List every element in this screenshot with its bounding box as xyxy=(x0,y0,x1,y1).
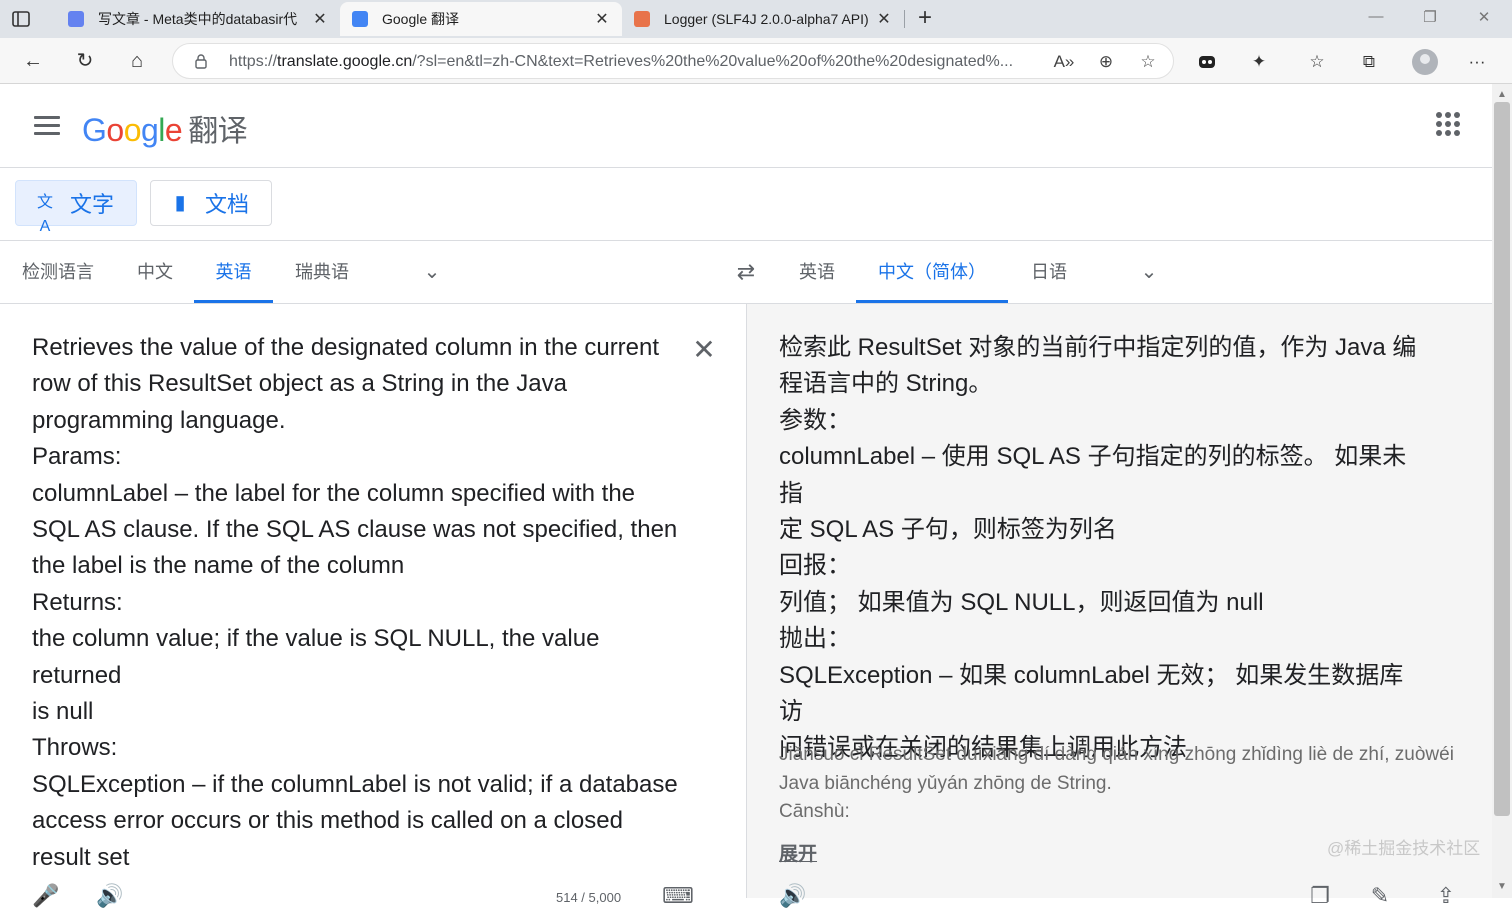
menu-icon[interactable] xyxy=(34,116,60,136)
add-favorite-icon[interactable]: ☆ xyxy=(1137,51,1159,73)
mic-icon[interactable]: 🎤 xyxy=(32,884,59,908)
profile-avatar[interactable] xyxy=(1412,49,1438,75)
tab-juejin[interactable]: 写文章 - Meta类中的databasir代 ✕ xyxy=(56,2,340,36)
page-header: Google 翻译 xyxy=(0,84,1492,168)
source-panel: Retrieves the value of the designated co… xyxy=(0,304,746,908)
google-apps-icon[interactable] xyxy=(1436,112,1460,136)
keyboard-icon[interactable]: ⌨ xyxy=(662,884,694,908)
back-button[interactable]: ← xyxy=(20,48,46,74)
share-icon[interactable]: ⇪ xyxy=(1433,884,1459,908)
listen-source-icon[interactable]: 🔊 xyxy=(96,884,123,908)
rate-translation-icon[interactable]: ✎ xyxy=(1367,884,1393,908)
read-aloud-icon[interactable]: A» xyxy=(1053,51,1075,73)
restore-button[interactable]: ❐ xyxy=(1418,8,1442,30)
tab-close-icon[interactable]: ✕ xyxy=(312,9,328,29)
text-mode-button[interactable]: 文A 文字 xyxy=(15,180,137,235)
target-lang-japanese[interactable]: 日语 xyxy=(1018,241,1080,303)
source-textarea[interactable]: Retrieves the value of the designated co… xyxy=(32,330,682,876)
tab-title: Logger (SLF4J 2.0.0-alpha7 API) xyxy=(664,11,869,27)
target-panel: 检索此 ResultSet 对象的当前行中指定列的值，作为 Java 编 程语言… xyxy=(746,304,1492,908)
scroll-down-arrow-icon[interactable]: ▼ xyxy=(1494,880,1510,894)
transliteration: Jiǎnsuǒ cǐ ResultSet duìxiàng dí dàng qi… xyxy=(779,744,1454,823)
listen-translation-icon[interactable]: 🔊 xyxy=(779,884,806,908)
tab-actions-icon[interactable] xyxy=(10,8,32,30)
source-lang-english[interactable]: 英语 xyxy=(194,241,273,303)
minimize-button[interactable]: — xyxy=(1364,8,1388,30)
google-translate-favicon-icon xyxy=(352,11,368,27)
swap-languages-icon[interactable]: ⇄ xyxy=(732,259,760,285)
google-translate-page: Google 翻译 文A 文字 ▮ 文档 检测语言 中文 英语 瑞典语 ⌄ ⇄ 英… xyxy=(0,84,1492,908)
source-lang-detect[interactable]: 检测语言 xyxy=(12,241,104,303)
expand-link[interactable]: 展开 xyxy=(779,839,817,866)
browser-toolbar: ← ↻ ⌂ https://translate.google.cn/?sl=en… xyxy=(0,38,1512,84)
scroll-up-arrow-icon[interactable]: ▲ xyxy=(1494,88,1510,102)
collections-icon[interactable]: ⧉ xyxy=(1358,51,1380,73)
zoom-icon[interactable]: ⊕ xyxy=(1095,51,1117,73)
tab-title: Google 翻译 xyxy=(382,11,460,27)
source-lang-more-chevron-icon[interactable]: ⌄ xyxy=(421,261,443,283)
target-lang-more-chevron-icon[interactable]: ⌄ xyxy=(1138,261,1160,283)
copy-icon[interactable]: ❐ xyxy=(1307,884,1333,908)
lock-icon[interactable] xyxy=(193,53,209,69)
tab-close-icon[interactable]: ✕ xyxy=(876,9,892,29)
address-bar[interactable]: https://translate.google.cn/?sl=en&tl=zh… xyxy=(172,43,1174,79)
clear-source-icon[interactable]: ✕ xyxy=(692,336,716,364)
favorites-icon[interactable]: ☆ xyxy=(1306,51,1328,73)
tab-title: 写文章 - Meta类中的databasir代 xyxy=(98,11,298,27)
url-text[interactable]: https://translate.google.cn/?sl=en&tl=zh… xyxy=(229,53,1041,71)
refresh-button[interactable]: ↻ xyxy=(72,48,98,74)
slf4j-favicon-icon xyxy=(634,11,650,27)
translate-text-icon: 文A xyxy=(36,194,53,235)
document-mode-button[interactable]: ▮ 文档 xyxy=(150,180,272,226)
close-window-button[interactable]: ✕ xyxy=(1472,8,1496,30)
target-lang-chinese-simplified[interactable]: 中文（简体） xyxy=(856,241,1008,303)
home-button[interactable]: ⌂ xyxy=(124,48,150,74)
mode-selector: 文A 文字 ▮ 文档 xyxy=(0,168,1492,241)
new-tab-button[interactable]: + xyxy=(912,6,938,32)
product-name: 翻译 xyxy=(188,115,248,148)
browser-tab-strip: 写文章 - Meta类中的databasir代 ✕ Google 翻译 ✕ Lo… xyxy=(0,0,1512,38)
extensions-puzzle-icon[interactable]: ✦ xyxy=(1248,51,1270,73)
watermark: @稀土掘金技术社区 xyxy=(1327,839,1481,858)
tab-divider xyxy=(904,10,905,28)
tab-google-translate[interactable]: Google 翻译 ✕ xyxy=(340,2,622,36)
translation-output: 检索此 ResultSet 对象的当前行中指定列的值，作为 Java 编 程语言… xyxy=(779,334,1417,762)
tab-close-icon[interactable]: ✕ xyxy=(594,9,610,29)
tab-slf4j-logger[interactable]: Logger (SLF4J 2.0.0-alpha7 API) ✕ xyxy=(622,2,904,36)
more-menu-icon[interactable]: ··· xyxy=(1466,51,1488,73)
google-translate-logo[interactable]: Google 翻译 xyxy=(82,106,248,150)
extension-icon[interactable] xyxy=(1196,51,1218,73)
language-bar: 检测语言 中文 英语 瑞典语 ⌄ ⇄ 英语 中文（简体） 日语 ⌄ xyxy=(0,241,1492,304)
document-icon: ▮ xyxy=(174,192,186,214)
source-lang-chinese[interactable]: 中文 xyxy=(124,241,186,303)
target-lang-english[interactable]: 英语 xyxy=(786,241,848,303)
scrollbar-thumb[interactable] xyxy=(1494,102,1510,816)
juejin-favicon-icon xyxy=(68,11,84,27)
source-lang-swedish[interactable]: 瑞典语 xyxy=(282,241,362,303)
